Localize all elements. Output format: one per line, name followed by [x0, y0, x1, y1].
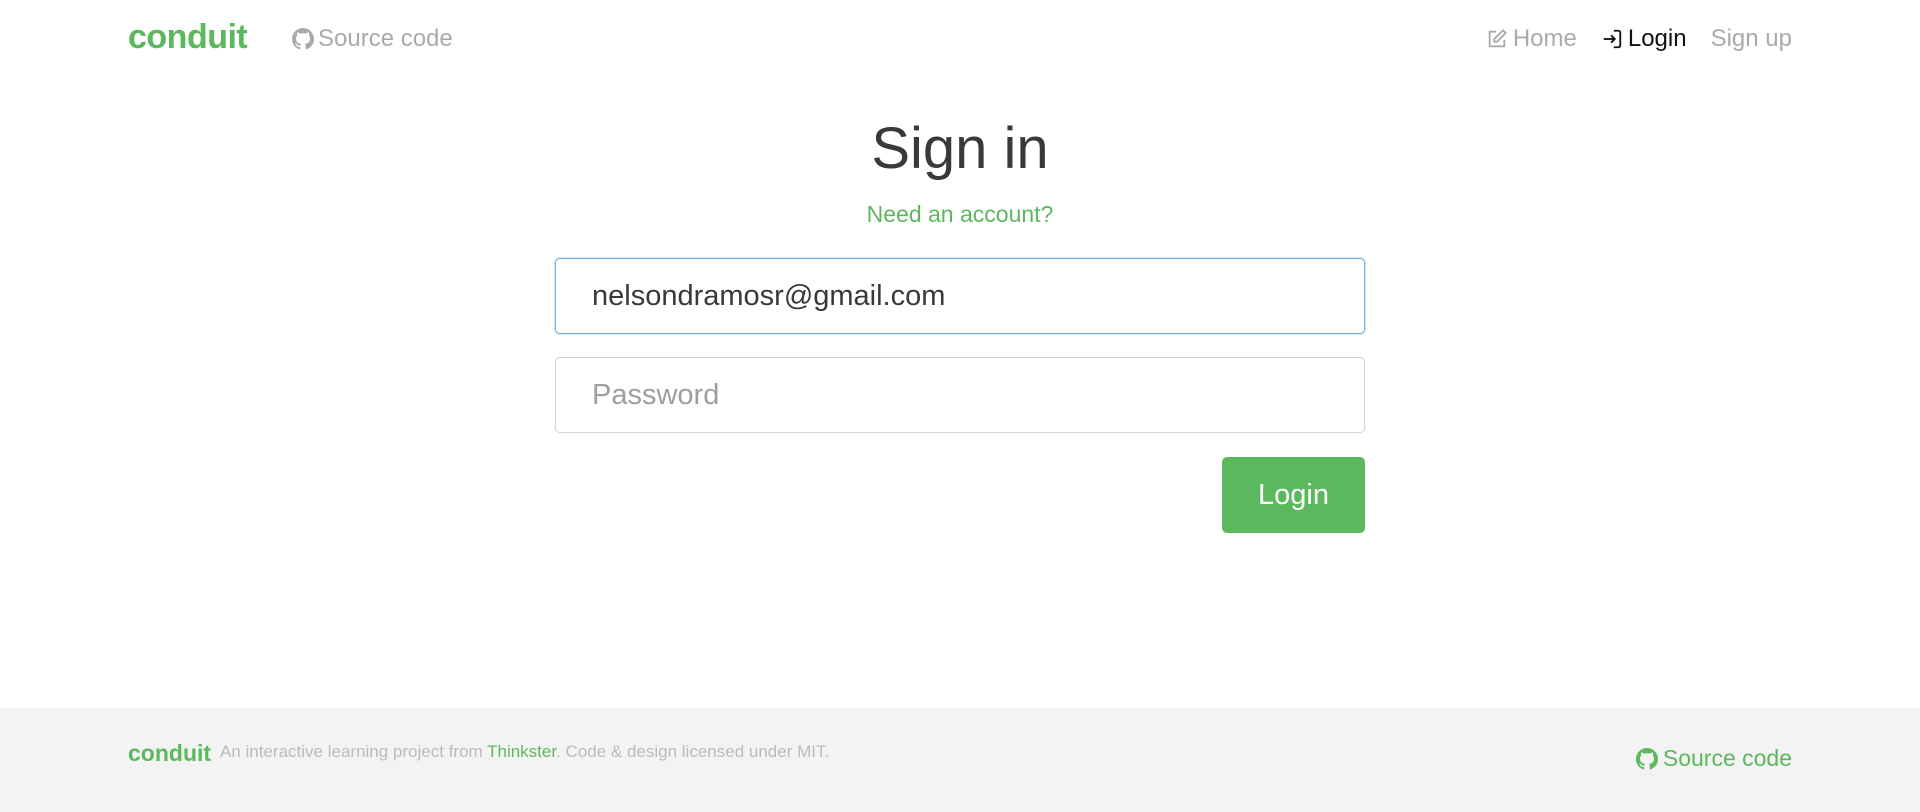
brand-logo[interactable]: conduit — [128, 18, 248, 57]
email-field[interactable] — [555, 258, 1365, 334]
footer-text-prefix: An interactive learning project from — [220, 742, 488, 761]
nav-links: Home Login Sign up — [1486, 25, 1792, 53]
nav-signup-link[interactable]: Sign up — [1711, 25, 1792, 53]
footer: conduit An interactive learning project … — [0, 708, 1920, 812]
password-field[interactable] — [555, 357, 1365, 433]
github-icon — [1635, 747, 1658, 769]
nav-home-link[interactable]: Home — [1486, 25, 1577, 53]
footer-brand-logo[interactable]: conduit — [128, 740, 211, 767]
thinkster-link[interactable]: Thinkster — [487, 742, 556, 761]
footer-attribution: An interactive learning project from Thi… — [220, 742, 829, 762]
nav-home-label: Home — [1512, 25, 1577, 52]
edit-icon — [1488, 28, 1507, 48]
nav-signup-label: Sign up — [1710, 25, 1792, 52]
page-title: Sign in — [871, 116, 1049, 181]
footer-source-code-link[interactable]: Source code — [1635, 745, 1792, 772]
navbar: conduit Source code Home Login Sign up — [0, 0, 1920, 80]
login-button[interactable]: Login — [1222, 457, 1365, 533]
sign-in-icon — [1603, 29, 1622, 49]
nav-login-link[interactable]: Login — [1601, 25, 1687, 53]
need-account-link[interactable]: Need an account? — [0, 201, 1920, 228]
nav-source-code-link[interactable]: Source code — [292, 25, 453, 53]
github-icon — [292, 28, 314, 50]
nav-source-code-label: Source code — [318, 25, 453, 52]
footer-text-suffix: . Code & design licensed under MIT. — [556, 742, 830, 761]
footer-source-code-label: Source code — [1662, 745, 1792, 771]
nav-login-label: Login — [1627, 25, 1687, 52]
